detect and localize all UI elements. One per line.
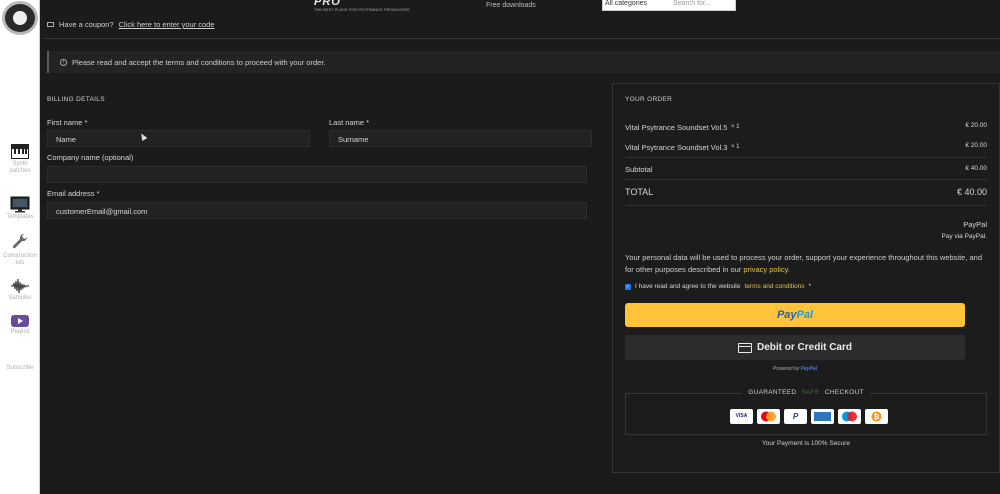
search-bar[interactable]: All categories Search for... (602, 0, 736, 11)
privacy-policy-link[interactable]: privacy policy (743, 265, 787, 274)
play-icon (11, 315, 29, 327)
guaranteed-checkout-box: GUARANTEED SAFE CHECKOUT VISA P ₿ (625, 389, 987, 435)
terms-checkbox[interactable]: ✓ (625, 283, 631, 290)
debit-credit-card-button[interactable]: Debit or Credit Card (625, 335, 965, 360)
paypal-pal-text: Pal (796, 309, 814, 321)
order-item-price: € 20.00 (965, 142, 987, 149)
total-value: € 40.00 (956, 187, 987, 197)
sidebar-item-construction-kits[interactable]: Construction kits (0, 232, 40, 267)
keyboard-icon (11, 144, 29, 159)
divider (625, 179, 987, 180)
required-marker: * (808, 283, 812, 290)
logo-tagline: THE BEST PLACE FOR PSYTRANCE PRODUCERS (314, 7, 410, 12)
divider (625, 205, 987, 206)
guaranteed-prefix: GUARANTEED (745, 389, 800, 396)
sidebar-item-synth-patches[interactable]: Synth patches (0, 143, 40, 175)
paypal-button[interactable]: PayPal (625, 303, 965, 327)
subtotal-value: € 40.00 (965, 165, 987, 172)
sidebar-item-label: Subscribe (6, 365, 34, 371)
sidebar-item-label: Samples (8, 295, 32, 301)
sidebar-item-subscribe[interactable]: Subscribe (0, 364, 40, 372)
ticket-icon (47, 22, 54, 27)
payment-method-desc: Pay via PayPal. (941, 233, 987, 240)
last-name-field[interactable]: Surname (329, 130, 592, 147)
terms-notice: i Please read and accept the terms and c… (47, 51, 1000, 73)
last-name-label: Last name * (329, 118, 370, 127)
order-item-qty: × 1 (731, 124, 740, 130)
paypal-pay-text: Pay (776, 309, 797, 321)
wrench-icon (12, 233, 28, 249)
powered-by-brand: PayPal (800, 366, 818, 372)
bitcoin-icon: ₿ (865, 409, 888, 424)
coupon-notice: Have a coupon? Click here to enter your … (47, 20, 215, 29)
sidebar-item-samples[interactable]: Samples (0, 278, 40, 302)
payment-badges: VISA P ₿ (730, 409, 888, 424)
info-icon: i (60, 59, 67, 66)
order-item-qty: × 1 (731, 144, 740, 150)
divider (43, 38, 1000, 39)
order-item-name: Vital Psytrance Soundset Vol.5 (625, 123, 728, 132)
header-logo[interactable]: PRO THE BEST PLACE FOR PSYTRANCE PRODUCE… (314, 0, 420, 12)
coupon-link[interactable]: Click here to enter your code (119, 20, 215, 29)
notice-text: Please read and accept the terms and con… (72, 58, 326, 67)
waveform-icon (11, 278, 29, 294)
sidebar-item-playlist[interactable]: Playlist (0, 314, 40, 336)
visa-icon: VISA (730, 409, 753, 424)
first-name-field[interactable]: Name (47, 130, 310, 147)
billing-title: BILLING DETAILS (47, 96, 105, 103)
order-title: YOUR ORDER (625, 96, 673, 103)
free-downloads-link[interactable]: Free downloads (486, 2, 536, 9)
order-item-name: Vital Psytrance Soundset Vol.3 (625, 143, 728, 152)
card-button-label: Debit or Credit Card (756, 342, 852, 353)
agree-text: I have read and agree to the website (635, 283, 741, 290)
search-input[interactable]: Search for... (673, 0, 711, 7)
monitor-icon (10, 196, 30, 213)
sidebar-item-label: Synth patches (9, 161, 31, 174)
sidebar-item-label: Construction kits (3, 253, 37, 266)
secure-payment-text: Your Payment is 100% Secure (762, 440, 850, 447)
coupon-prefix: Have a coupon? (59, 20, 114, 29)
total-label: TOTAL (625, 187, 654, 197)
privacy-policy-text: Your personal data will be used to proce… (625, 253, 983, 274)
first-name-label: First name * (47, 118, 88, 127)
guaranteed-suffix: CHECKOUT (821, 389, 867, 396)
sidebar-item-label: Playlist (10, 329, 30, 335)
paypal-icon: P (784, 409, 807, 424)
sidebar-item-templates[interactable]: Templates (0, 196, 40, 221)
maestro-icon (838, 409, 861, 424)
terms-link[interactable]: terms and conditions (745, 283, 805, 290)
search-category-select[interactable]: All categories (605, 0, 647, 7)
site-logo-icon[interactable] (2, 1, 38, 35)
credit-card-icon (737, 342, 752, 353)
guaranteed-safe: SAFE (801, 389, 820, 396)
left-sidebar: Synth patches Templates Construction kit… (0, 0, 40, 494)
mastercard-icon (757, 409, 780, 424)
guaranteed-checkout-title: GUARANTEED SAFE CHECKOUT (626, 389, 986, 396)
divider (625, 157, 987, 158)
amex-icon (811, 409, 834, 424)
powered-by-paypal: Powered by PayPal (625, 366, 965, 372)
terms-agreement: ✓ I have read and agree to the website t… (625, 283, 811, 290)
company-field[interactable] (47, 166, 587, 183)
company-label: Company name (optional) (47, 153, 134, 162)
email-field[interactable]: customerEmail@gmail.com (47, 202, 587, 219)
order-item-price: € 20.00 (965, 122, 987, 129)
subtotal-label: Subtotal (625, 165, 653, 174)
payment-method-name[interactable]: PayPal (880, 220, 987, 229)
sidebar-item-label: Templates (6, 214, 34, 220)
powered-by-text: Powered by (772, 366, 800, 372)
svg-text:₿: ₿ (874, 413, 880, 421)
policy-text: Your personal data will be used to proce… (625, 253, 983, 274)
email-label: Email address * (47, 189, 100, 198)
